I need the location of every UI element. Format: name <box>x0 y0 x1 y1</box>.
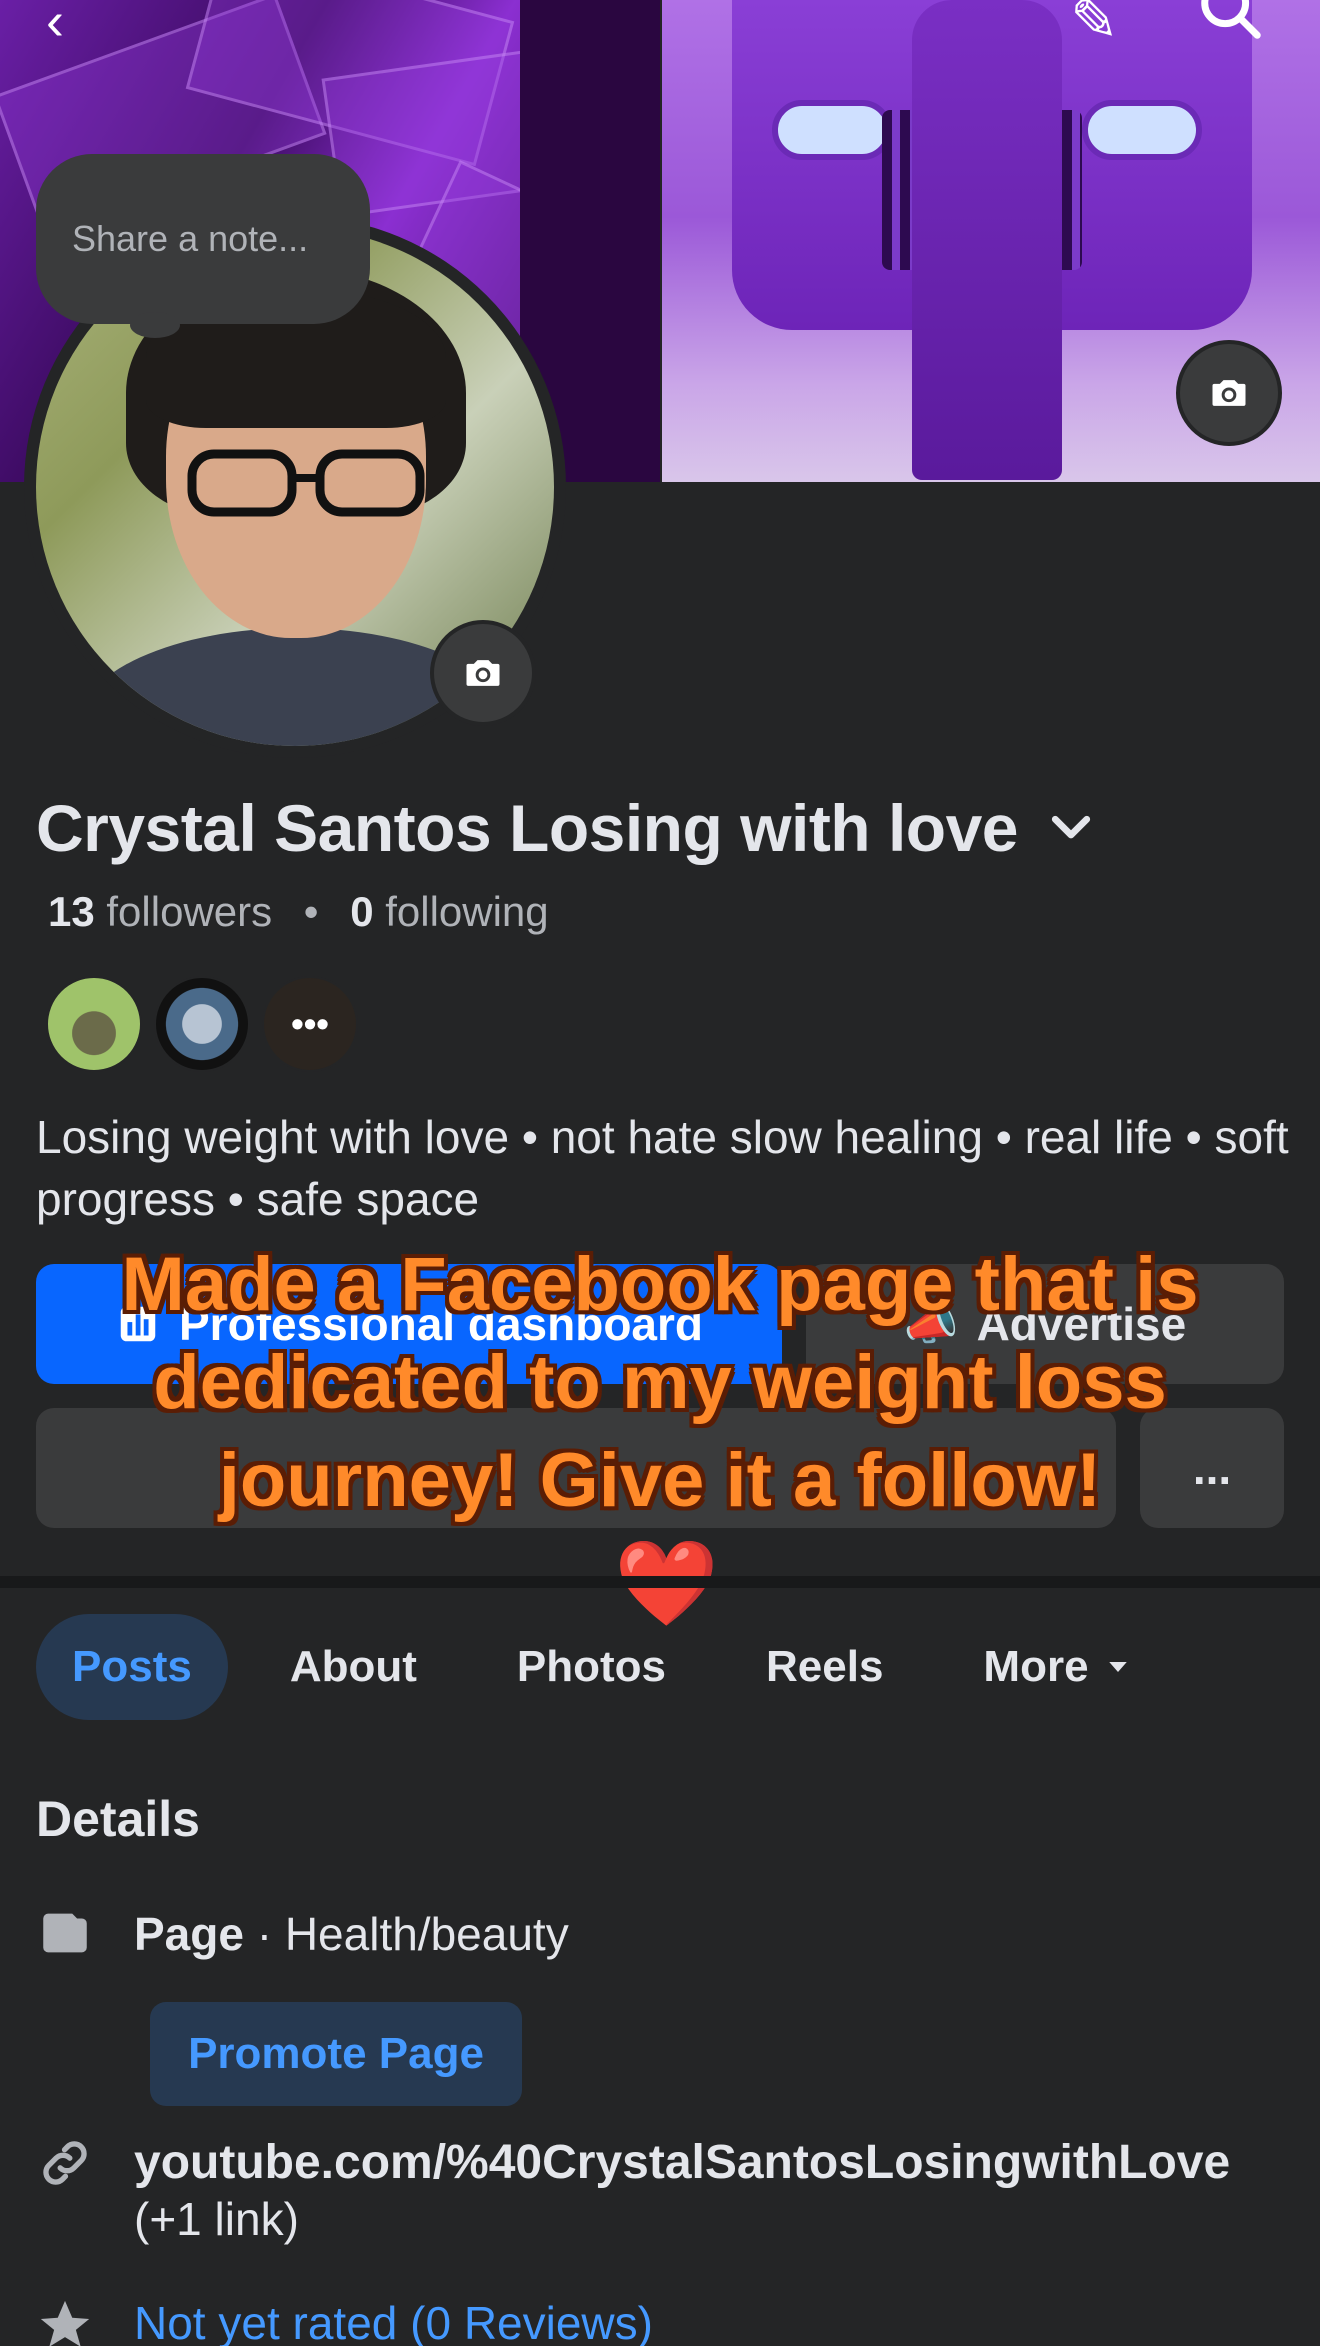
follower-avatars[interactable]: ••• <box>46 976 358 1072</box>
more-followers-avatar[interactable]: ••• <box>262 976 358 1072</box>
share-note-bubble[interactable]: Share a note... <box>36 154 370 324</box>
extra-links-label[interactable]: (+1 link) <box>134 2192 1230 2246</box>
followers-label[interactable]: followers <box>106 888 272 935</box>
section-divider <box>0 1576 1320 1588</box>
tab-about-label: About <box>289 1642 417 1691</box>
website-link[interactable]: youtube.com/%40CrystalSantosLosingwithLo… <box>134 2134 1230 2192</box>
page-label: Page <box>134 1908 244 1960</box>
tab-more[interactable]: More <box>933 1614 1182 1720</box>
follower-avatar[interactable] <box>154 976 250 1072</box>
promote-page-button[interactable]: Promote Page <box>150 2002 522 2106</box>
page-category: · Health/beauty <box>256 1908 569 1960</box>
note-placeholder: Share a note... <box>72 218 309 259</box>
follow-stats: 13 followers • 0 following <box>48 888 549 935</box>
back-icon[interactable]: ‹ <box>46 0 64 52</box>
page-name: Crystal Santos Losing with love <box>36 791 1019 865</box>
link-icon <box>36 2134 94 2197</box>
tab-reels-label: Reels <box>766 1642 884 1691</box>
camera-icon <box>1212 380 1246 406</box>
camera-icon <box>466 660 500 686</box>
page-category-row: Page · Health/beauty <box>36 1904 569 1967</box>
page-flag-icon <box>36 1904 94 1967</box>
details-heading: Details <box>36 1791 200 1847</box>
star-icon <box>36 2296 94 2346</box>
profile-name-row[interactable]: Crystal Santos Losing with love <box>36 790 1098 866</box>
follower-avatar[interactable] <box>46 976 142 1072</box>
tab-about[interactable]: About <box>240 1614 467 1720</box>
video-caption-overlay: Made a Facebook page that is dedicated t… <box>121 1242 1199 1523</box>
profile-tabs: Posts About Photos Reels More <box>36 1614 1183 1720</box>
edit-cover-camera-button[interactable] <box>1176 340 1282 446</box>
note-bubble-tail <box>130 312 180 338</box>
tab-photos-label: Photos <box>516 1642 666 1691</box>
more-dots-icon: ••• <box>291 1003 329 1044</box>
website-link-row: youtube.com/%40CrystalSantosLosingwithLo… <box>36 2134 1230 2246</box>
bio-text: Losing weight with love • not hate slow … <box>36 1111 1289 1225</box>
followers-count: 13 <box>48 888 95 935</box>
tab-reels[interactable]: Reels <box>716 1614 933 1720</box>
search-icon[interactable] <box>1196 0 1266 49</box>
promote-page-label: Promote Page <box>188 2029 484 2078</box>
chevron-down-icon[interactable] <box>1044 799 1098 858</box>
rating-link[interactable]: Not yet rated (0 Reviews) <box>134 2296 653 2346</box>
tab-posts[interactable]: Posts <box>36 1614 228 1720</box>
pencil-icon[interactable]: ✎ <box>1070 0 1119 54</box>
tab-posts-label: Posts <box>72 1642 192 1691</box>
caret-down-icon <box>1108 1662 1127 1672</box>
edit-profile-camera-button[interactable] <box>430 620 536 726</box>
rating-row: Not yet rated (0 Reviews) <box>36 2296 653 2346</box>
tab-photos[interactable]: Photos <box>467 1614 716 1720</box>
following-label[interactable]: following <box>385 888 548 935</box>
tab-more-label: More <box>983 1642 1089 1691</box>
following-count: 0 <box>350 888 374 935</box>
